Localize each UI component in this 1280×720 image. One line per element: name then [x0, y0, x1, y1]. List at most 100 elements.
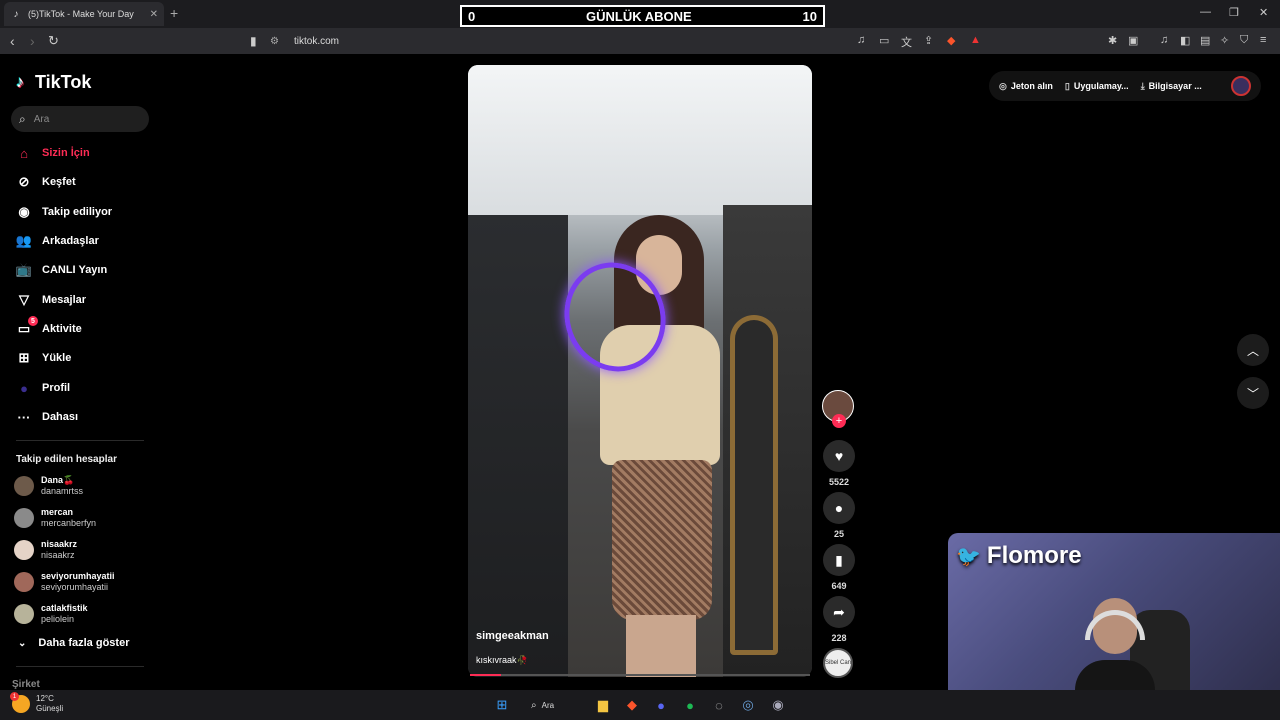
- overlay-right-value: 10: [802, 8, 817, 24]
- profile-icon: ●: [20, 380, 28, 396]
- forward-icon[interactable]: ›: [30, 33, 35, 49]
- get-app-label: Uygulamay...: [1073, 81, 1129, 91]
- taskbar-search[interactable]: ⌕ Ara: [531, 696, 583, 714]
- share-icon[interactable]: ⇪: [924, 34, 933, 47]
- chevron-down-icon: ⌄: [18, 637, 27, 649]
- following-account[interactable]: Dana🍒 danamrtss: [14, 475, 83, 497]
- video-username[interactable]: simgeeakman: [476, 630, 549, 642]
- brave-rewards-icon[interactable]: ▲: [970, 34, 981, 46]
- tab-close-icon[interactable]: ✕: [150, 9, 158, 20]
- brand-name: TikTok: [35, 72, 92, 92]
- nav-live[interactable]: 📺 CANLI Yayın: [14, 261, 107, 279]
- obs-icon[interactable]: ◉: [768, 695, 788, 715]
- video-player[interactable]: [468, 65, 812, 677]
- company-link[interactable]: Şirket: [12, 679, 40, 690]
- share-arrow-icon[interactable]: ➦: [823, 596, 855, 628]
- maximize-button[interactable]: ❐: [1229, 6, 1239, 19]
- brave-shield-icon[interactable]: ◆: [947, 34, 955, 47]
- url-text: tiktok.com: [294, 35, 340, 47]
- cast-icon[interactable]: ▭: [879, 34, 889, 47]
- bookmark-save-icon[interactable]: ▮: [823, 544, 855, 576]
- nav-more[interactable]: ··· Dahası: [14, 408, 79, 426]
- media-icon[interactable]: ♫: [1160, 34, 1168, 46]
- comment-action[interactable]: ● 25: [823, 492, 855, 539]
- app-icon[interactable]: ◌: [709, 695, 729, 715]
- following-account[interactable]: nisaakrz nisaakrz: [14, 539, 77, 561]
- nav-profile[interactable]: ● Profil: [14, 379, 70, 397]
- more-icon: ···: [17, 409, 31, 425]
- screenshot-icon[interactable]: ▣: [1128, 34, 1138, 47]
- tiktok-favicon-icon: ♪: [13, 8, 19, 20]
- following-account[interactable]: seviyorumhayatii seviyorumhayatii: [14, 571, 115, 593]
- video-progress-bar[interactable]: [470, 674, 810, 676]
- search-icon: ⌕: [19, 111, 26, 126]
- wallet-icon[interactable]: ▤: [1200, 34, 1210, 47]
- steam-icon[interactable]: ◎: [738, 695, 758, 715]
- home-icon: ⌂: [20, 145, 28, 161]
- extensions-icon[interactable]: ✱: [1108, 34, 1117, 47]
- nav-explore[interactable]: ⊘ Keşfet: [14, 173, 76, 191]
- comment-icon[interactable]: ●: [823, 492, 855, 524]
- avatar: [14, 508, 34, 528]
- nav-messages[interactable]: ▽ Mesajlar: [14, 291, 86, 309]
- account-username: danamrtss: [41, 486, 84, 496]
- bookmark-icon[interactable]: ▮: [250, 34, 257, 48]
- tiktok-logo[interactable]: ♪ TikTok: [16, 72, 91, 93]
- following-avatar-icon: ◉: [18, 204, 30, 219]
- previous-video-button[interactable]: ︿: [1237, 334, 1269, 366]
- brave-browser-icon[interactable]: ◆: [622, 695, 642, 715]
- file-explorer-icon[interactable]: ▆: [593, 695, 613, 715]
- menu-icon[interactable]: ≡: [1260, 34, 1266, 46]
- new-tab-button[interactable]: +: [170, 5, 178, 21]
- discord-icon[interactable]: ●: [651, 695, 671, 715]
- mute-icon[interactable]: ♫: [857, 34, 865, 46]
- nav-activity[interactable]: ▭ 5 Aktivite: [14, 316, 82, 338]
- search-input[interactable]: ⌕ Ara: [11, 106, 149, 132]
- url-field[interactable]: ⚙ tiktok.com: [270, 31, 1010, 51]
- next-video-button[interactable]: ﹀: [1237, 377, 1269, 409]
- nav-label: Yükle: [42, 352, 72, 364]
- save-action[interactable]: ▮ 649: [823, 544, 855, 591]
- nav-friends[interactable]: 👥 Arkadaşlar: [14, 232, 99, 250]
- like-action[interactable]: ♥ 5522: [823, 440, 855, 487]
- weather-condition: Güneşli: [36, 704, 64, 713]
- minimize-button[interactable]: —: [1200, 6, 1211, 18]
- close-window-button[interactable]: ✕: [1259, 6, 1268, 19]
- back-icon[interactable]: ‹: [10, 33, 15, 49]
- music-disc[interactable]: Sibel Can: [823, 648, 853, 678]
- heart-icon[interactable]: ♥: [823, 440, 855, 472]
- share-count: 228: [831, 633, 847, 643]
- desktop-app-button[interactable]: ⤓ Bilgisayar ...: [1141, 81, 1202, 92]
- leo-ai-icon[interactable]: ✧: [1220, 34, 1229, 47]
- streamer-name-text: Flomore: [986, 542, 1082, 569]
- get-coins-label: Jeton alın: [1010, 81, 1053, 91]
- sidebar-toggle-icon[interactable]: ◧: [1180, 34, 1190, 47]
- spotify-icon[interactable]: ●: [680, 695, 700, 715]
- vpn-icon[interactable]: ⛉: [1240, 34, 1248, 47]
- nav-label: Profil: [42, 382, 71, 394]
- nav-upload[interactable]: ⊞ Yükle: [14, 349, 72, 367]
- nav-following[interactable]: ◉ Takip ediliyor: [14, 203, 112, 221]
- profile-avatar[interactable]: [1231, 76, 1251, 96]
- get-coins-button[interactable]: ◎ Jeton alın: [999, 81, 1053, 92]
- nav-label: Arkadaşlar: [42, 235, 99, 247]
- share-action[interactable]: ➦ 228: [823, 596, 855, 643]
- get-app-button[interactable]: ▯ Uygulamay...: [1065, 81, 1129, 92]
- follow-plus-icon[interactable]: +: [832, 414, 846, 428]
- coin-icon: ◎: [999, 80, 1007, 91]
- site-settings-icon[interactable]: ⚙: [270, 36, 282, 47]
- show-more-button[interactable]: ⌄ Daha fazla göster: [18, 637, 129, 649]
- address-bar: ‹ › ↻ ▮ ⚙ tiktok.com ♫ ▭ 文 ⇪ ◆ ▲ ✱ ▣ ♫ ◧…: [0, 28, 1280, 54]
- nav-for-you[interactable]: ⌂ Sizin İçin: [14, 144, 90, 162]
- browser-tab-tiktok[interactable]: ♪ (5)TikTok - Make Your Day ✕: [4, 2, 164, 26]
- following-account[interactable]: catlakfistik peliolein: [14, 603, 88, 625]
- windows-start-icon[interactable]: ⊞: [492, 695, 512, 715]
- following-account[interactable]: mercan mercanberfyn: [14, 507, 96, 529]
- messages-icon: ▽: [19, 292, 29, 307]
- translate-icon[interactable]: 文: [901, 34, 912, 50]
- weather-widget[interactable]: 1 12°C Güneşli: [10, 692, 64, 714]
- account-username: seviyorumhayatii: [41, 582, 109, 592]
- nav-label: Keşfet: [42, 176, 76, 188]
- reload-icon[interactable]: ↻: [48, 33, 59, 49]
- chevron-down-icon: ﹀: [1246, 386, 1259, 401]
